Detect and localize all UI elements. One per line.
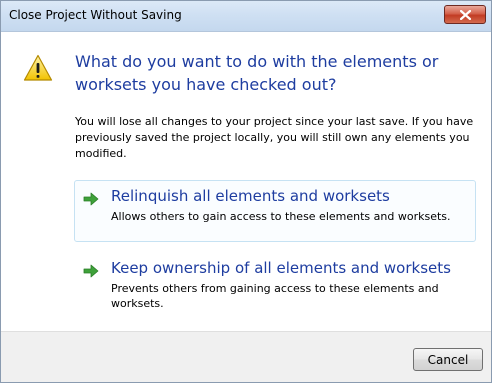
window-title: Close Project Without Saving [9,8,182,22]
dialog-window: Close Project Without Saving What do you… [0,0,492,383]
dialog-footer: Cancel [1,331,491,382]
green-arrow-icon [83,264,99,278]
dialog-description: You will lose all changes to your projec… [75,115,474,160]
title-bar[interactable]: Close Project Without Saving [1,1,491,32]
relinquish-option[interactable]: Relinquish all elements and worksets All… [74,180,476,242]
option-subtitle: Allows others to gain access to these el… [111,210,451,223]
warning-icon [23,54,53,81]
cancel-button[interactable]: Cancel [413,348,483,371]
option-subtitle: Prevents others from gaining access to t… [111,282,439,310]
option-title: Keep ownership of all elements and works… [111,259,451,277]
close-button[interactable] [444,5,486,24]
keep-ownership-option[interactable]: Keep ownership of all elements and works… [74,252,476,324]
close-icon [460,10,471,20]
dialog-heading: What do you want to do with the elements… [75,52,439,94]
option-title: Relinquish all elements and worksets [111,187,390,205]
green-arrow-icon [83,192,99,206]
